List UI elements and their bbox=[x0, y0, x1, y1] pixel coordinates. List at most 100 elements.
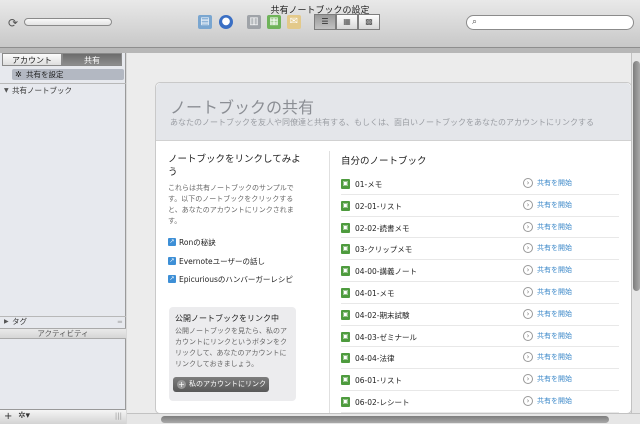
start-sharing-link[interactable]: › 共有を開始 bbox=[523, 374, 572, 385]
notebook-row[interactable]: ▣ 01-メモ › 共有を開始 bbox=[341, 173, 619, 195]
notebook-row[interactable]: ▣ 04-01-メモ › 共有を開始 bbox=[341, 282, 619, 304]
notebook-name: 04-00-講義ノート bbox=[355, 267, 417, 277]
notebook-icon: ▣ bbox=[341, 331, 350, 342]
notebook-row[interactable]: ▣ 04-02-期末試験 › 共有を開始 bbox=[341, 304, 619, 326]
notebook-icon: ▣ bbox=[341, 266, 350, 277]
start-sharing-link[interactable]: › 共有を開始 bbox=[523, 286, 572, 297]
public-notebook-infobox: 公開ノートブックをリンク中 公開ノートブックを見たら、私のアカウントにリンクとい… bbox=[169, 307, 296, 401]
arrow-right-icon: › bbox=[523, 265, 533, 276]
notebook-icon[interactable]: ▦ bbox=[267, 15, 281, 29]
notebook-name: 04-04-法律 bbox=[355, 354, 395, 364]
arrow-right-icon: › bbox=[523, 178, 533, 188]
activity-header[interactable]: アクティビティ bbox=[0, 328, 126, 339]
my-notebooks-title: 自分のノートブック bbox=[341, 156, 427, 167]
notebook-icon: ▣ bbox=[341, 200, 350, 211]
action-label: 共有を開始 bbox=[537, 331, 572, 340]
start-sharing-link[interactable]: › 共有を開始 bbox=[523, 243, 572, 254]
start-sharing-link[interactable]: › 共有を開始 bbox=[523, 330, 572, 341]
tab-account[interactable]: アカウント bbox=[2, 53, 62, 66]
notebook-name: 06-01-リスト bbox=[355, 376, 402, 386]
disclosure-triangle-right-icon[interactable]: ▶ bbox=[4, 316, 9, 328]
search-icon: ⌕ bbox=[472, 17, 478, 27]
arrow-right-icon: › bbox=[523, 199, 533, 210]
sidebar-section-label: 共有ノートブック bbox=[12, 86, 72, 95]
thumbnail-view-button[interactable]: ▩ bbox=[358, 14, 380, 30]
sidebar-item-share-settings[interactable]: ✲ 共有を設定 bbox=[12, 69, 124, 80]
horizontal-scrollbar[interactable] bbox=[127, 413, 640, 424]
start-sharing-link[interactable]: › 共有を開始 bbox=[523, 265, 572, 276]
link-section-title: ノートブックをリンクしてみよう bbox=[168, 154, 301, 178]
search-input[interactable] bbox=[483, 17, 628, 28]
notebook-name: 04-01-メモ bbox=[355, 288, 395, 298]
tab-shared[interactable]: 共有 bbox=[62, 53, 122, 66]
snippet-view-button[interactable]: ▦ bbox=[336, 14, 358, 30]
link-to-my-account-button[interactable]: + 私のアカウントにリンク bbox=[173, 377, 269, 392]
link-label: Ronの秘訣 bbox=[179, 238, 216, 247]
search-field[interactable]: ⌕ bbox=[466, 15, 634, 30]
action-label: 共有を開始 bbox=[537, 200, 572, 209]
vertical-scrollbar[interactable] bbox=[631, 53, 640, 413]
arrow-right-icon: › bbox=[523, 243, 533, 254]
notebook-row[interactable]: ▣ 02-01-リスト › 共有を開始 bbox=[341, 195, 619, 217]
start-sharing-link[interactable]: › 共有を開始 bbox=[523, 395, 572, 406]
sync-progress-bar bbox=[24, 18, 112, 26]
horizontal-scroll-thumb[interactable] bbox=[161, 416, 609, 423]
activity-label: アクティビティ bbox=[37, 329, 89, 338]
notebook-name: 02-02-読書メモ bbox=[355, 223, 410, 233]
disclosure-triangle-down-icon[interactable]: ▼ bbox=[4, 85, 9, 97]
notebook-row[interactable]: ▣ 02-02-読書メモ › 共有を開始 bbox=[341, 217, 619, 239]
arrow-right-icon: › bbox=[523, 352, 533, 363]
notebook-icon: ▣ bbox=[341, 396, 350, 407]
notebook-row[interactable]: ▣ 04-03-ゼミナール › 共有を開始 bbox=[341, 326, 619, 348]
trash-icon[interactable]: ▥ bbox=[247, 15, 261, 29]
notebook-icon: ▣ bbox=[341, 287, 350, 298]
panel-subtitle: あなたのノートブックを友人や同僚達と共有する、もしくは、面白いノートブックをあな… bbox=[170, 118, 594, 127]
sample-notebook-link[interactable]: ↗ Evernoteユーザーの話し bbox=[168, 256, 265, 267]
notebook-row[interactable]: ▣ 06-02-レシート › 共有を開始 bbox=[341, 391, 619, 413]
add-icon[interactable]: + bbox=[4, 411, 12, 422]
link-arrow-icon: ↗ bbox=[168, 275, 176, 283]
notebook-name: 01-メモ bbox=[355, 180, 383, 189]
button-label: 私のアカウントにリンク bbox=[189, 380, 266, 388]
start-sharing-link[interactable]: › 共有を開始 bbox=[523, 308, 572, 319]
sidebar-section-tags[interactable]: ▶ タグ ═ bbox=[0, 316, 126, 328]
notebook-row[interactable]: ▣ 06-01-リスト › 共有を開始 bbox=[341, 369, 619, 391]
arrow-right-icon: › bbox=[523, 286, 533, 297]
plus-icon: + bbox=[177, 380, 186, 389]
sample-notebook-link[interactable]: ↗ Ronの秘訣 bbox=[168, 237, 216, 248]
start-sharing-link[interactable]: › 共有を開始 bbox=[523, 199, 572, 210]
notebook-row[interactable]: ▣ 04-04-法律 › 共有を開始 bbox=[341, 347, 619, 370]
notebook-name: 04-03-ゼミナール bbox=[355, 332, 417, 342]
sample-notebook-link[interactable]: ↗ Epicuriousのハンバーガーレシピ bbox=[168, 274, 293, 285]
sidebar: アカウント 共有 ✲ 共有を設定 ▼ 共有ノートブック ▶ タグ ═ アクティビ… bbox=[0, 53, 126, 424]
action-label: 共有を開始 bbox=[537, 353, 572, 362]
action-label: 共有を開始 bbox=[537, 375, 572, 384]
sync-globe-icon[interactable]: ● bbox=[219, 15, 233, 29]
resize-grip-icon[interactable]: ═ bbox=[118, 316, 122, 328]
link-notebooks-section: ノートブックをリンクしてみよう これらは共有ノートブックのサンプルです。以下のノ… bbox=[168, 153, 303, 284]
resize-grip-icon[interactable]: ||| bbox=[115, 412, 122, 420]
notebook-row[interactable]: ▣ 03-クリップメモ › 共有を開始 bbox=[341, 238, 619, 261]
new-note-icon[interactable]: ▤ bbox=[198, 15, 212, 29]
start-sharing-link[interactable]: › 共有を開始 bbox=[523, 352, 572, 363]
link-label: Evernoteユーザーの話し bbox=[179, 257, 265, 266]
sidebar-section-shared-notebooks[interactable]: ▼ 共有ノートブック bbox=[0, 85, 126, 97]
arrow-right-icon: › bbox=[523, 330, 533, 341]
list-view-button[interactable]: ☰ bbox=[314, 14, 336, 30]
start-sharing-link[interactable]: › 共有を開始 bbox=[523, 178, 572, 188]
main-content: ノートブックの共有 あなたのノートブックを友人や同僚達と共有する、もしくは、面白… bbox=[127, 53, 640, 424]
title-toolbar: 共有ノートブックの設定 ⟳ ▤ ● ▥ ▦ ✉ ☰ ▦ ▩ ⌕ bbox=[0, 0, 640, 48]
start-sharing-link[interactable]: › 共有を開始 bbox=[523, 221, 572, 232]
gear-menu-icon[interactable]: ✲▾ bbox=[18, 411, 30, 421]
action-label: 共有を開始 bbox=[537, 244, 572, 253]
notebook-row[interactable]: ▣ 04-00-講義ノート › 共有を開始 bbox=[341, 260, 619, 282]
vertical-scroll-thumb[interactable] bbox=[633, 61, 640, 291]
link-arrow-icon: ↗ bbox=[168, 238, 176, 246]
email-icon[interactable]: ✉ bbox=[287, 15, 301, 29]
column-divider bbox=[329, 151, 330, 415]
sync-icon[interactable]: ⟳ bbox=[6, 16, 20, 30]
action-label: 共有を開始 bbox=[537, 287, 572, 296]
my-notebooks-section: 自分のノートブック ▣ 01-メモ › 共有を開始 ▣ 02-01-リスト › 共有を開始 ▣ 0… bbox=[341, 153, 619, 413]
link-section-description: これらは共有ノートブックのサンプルです。以下のノートブックをクリックすると、あな… bbox=[168, 184, 294, 225]
notebook-name: 06-02-レシート bbox=[355, 397, 410, 407]
